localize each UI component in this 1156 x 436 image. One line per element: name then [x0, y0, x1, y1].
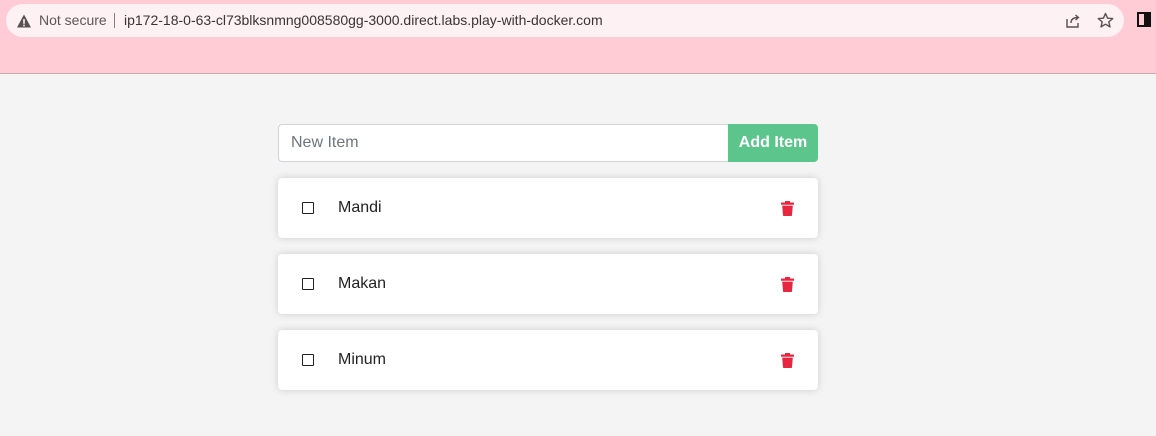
browser-chrome: Not secure ip172-18-0-63-cl73blksnmng008… [0, 0, 1156, 74]
share-icon[interactable] [1065, 13, 1081, 29]
complete-checkbox[interactable] [302, 278, 314, 290]
address-bar[interactable]: Not secure ip172-18-0-63-cl73blksnmng008… [6, 4, 1124, 37]
item-name: Minum [338, 351, 387, 368]
complete-checkbox[interactable] [302, 202, 314, 214]
new-item-input[interactable] [278, 124, 728, 162]
todo-app: Add Item Mandi Makan Minum [278, 124, 818, 390]
trash-icon[interactable] [781, 277, 794, 292]
list-item: Makan [278, 254, 818, 314]
url-text[interactable]: ip172-18-0-63-cl73blksnmng008580gg-3000.… [124, 12, 603, 29]
list-item: Minum [278, 330, 818, 390]
add-item-button[interactable]: Add Item [728, 124, 818, 162]
trash-icon[interactable] [781, 353, 794, 368]
trash-icon[interactable] [781, 201, 794, 216]
item-name: Makan [338, 275, 387, 292]
side-panel-icon[interactable] [1137, 12, 1151, 27]
star-icon[interactable] [1097, 12, 1114, 29]
warning-icon[interactable] [16, 13, 32, 29]
security-status[interactable]: Not secure [39, 12, 107, 29]
list-item: Mandi [278, 178, 818, 238]
add-item-form: Add Item [278, 124, 818, 162]
divider [114, 13, 115, 28]
complete-checkbox[interactable] [302, 354, 314, 366]
item-name: Mandi [338, 199, 382, 216]
